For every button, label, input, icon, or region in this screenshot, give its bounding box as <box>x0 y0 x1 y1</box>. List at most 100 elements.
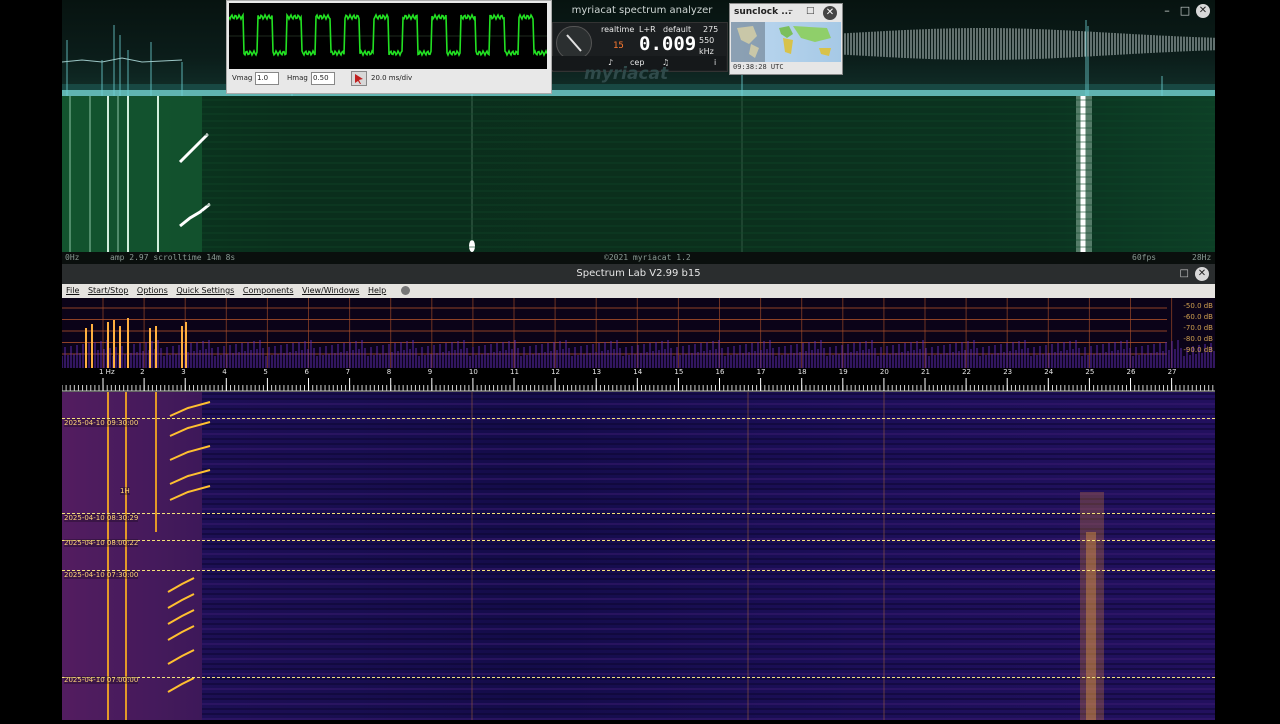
freq-tick-label: 25 <box>1085 368 1095 376</box>
db-label: -50.0 dB <box>1183 302 1213 310</box>
menu-options[interactable]: Options <box>137 286 168 295</box>
freq-tick-label: 26 <box>1126 368 1136 376</box>
status-fps: 60fps <box>1132 253 1157 262</box>
myriacat-title: myriacat spectrum analyzer <box>571 5 713 16</box>
arrow-icon <box>355 74 363 84</box>
myriacat-minimize-button[interactable]: – <box>1158 1 1176 21</box>
sunclock-map <box>731 22 841 62</box>
spectrum-lab-spectrum-graph: -50.0 dB -60.0 dB -70.0 dB -80.0 dB -90.… <box>61 298 1215 368</box>
freq-tick-label: 19 <box>838 368 848 376</box>
myriacat-status-bar: 0Hz amp 2.97 scrolltime 14m 8s ©2021 myr… <box>62 252 1215 264</box>
status-left-hz: 0Hz <box>65 253 80 262</box>
time-marker-line <box>62 513 1215 514</box>
freq-tick-label: 4 <box>222 368 227 376</box>
pointer-tool-button[interactable] <box>351 71 367 86</box>
status-params: amp 2.97 scrolltime 14m 8s <box>110 253 236 262</box>
timebase-label: 20.0 ms/div <box>371 74 413 82</box>
freq-tick-label: 10 <box>468 368 478 376</box>
scope-controls: Vmag 1.0 Hmag 0.50 20.0 ms/div <box>231 71 547 89</box>
freq-tick-label: 17 <box>756 368 766 376</box>
status-right-hz: 28Hz <box>1192 253 1212 262</box>
panel-count: 275 <box>703 25 719 34</box>
freq-tick-label: 2 <box>140 368 145 376</box>
sunclock-minimize-button[interactable]: – <box>788 5 793 16</box>
world-map-graphic <box>731 22 831 62</box>
myriacat-close-button[interactable]: ✕ <box>1196 4 1210 18</box>
menu-view-windows[interactable]: View/Windows <box>302 286 359 295</box>
myriacat-waterfall-graphic <box>62 96 1215 252</box>
freq-tick-label: 14 <box>633 368 643 376</box>
db-label: -60.0 dB <box>1183 313 1213 321</box>
freq-tick-label: 11 <box>510 368 519 376</box>
vmag-input[interactable]: 1.0 <box>255 72 279 85</box>
vmag-label: Vmag <box>232 74 253 82</box>
menu-file[interactable]: File <box>66 286 79 295</box>
freq-tick-label: 7 <box>345 368 351 376</box>
db-label: -90.0 dB <box>1183 346 1213 354</box>
timestamp-label: 2025-04-10 07:00:00 <box>64 676 139 684</box>
db-label: -80.0 dB <box>1183 335 1213 343</box>
freq-tick-label: 8 <box>386 368 392 376</box>
sunclock-time: 09:38:28 UTC <box>733 63 784 71</box>
info-button[interactable]: i <box>714 58 716 67</box>
sunclock-maximize-button[interactable]: □ <box>806 6 815 16</box>
freq-tick-label: 20 <box>879 368 889 376</box>
freq-tick-label: 16 <box>715 368 725 376</box>
hmag-label: Hmag <box>287 74 308 82</box>
myriacat-maximize-button[interactable]: □ <box>1176 1 1194 21</box>
panel-rate: 550 <box>699 36 715 45</box>
frequency-scale[interactable]: 1 Hz 2 3 4 5 6 7 8 9 10 11 12 13 14 15 16 17 18 19 20 21 22 23… <box>61 368 1215 392</box>
dial-icon <box>566 34 582 52</box>
freq-tick-label: 5 <box>263 368 268 376</box>
scope-window: Vmag 1.0 Hmag 0.50 20.0 ms/div <box>226 0 552 94</box>
freq-tick-label: 15 <box>674 368 684 376</box>
scope-trace <box>228 12 548 58</box>
status-copyright: ©2021 myriacat 1.2 <box>604 253 691 262</box>
freq-tick-label: 1 Hz <box>99 368 115 376</box>
freq-tick-label: 9 <box>427 368 433 376</box>
freq-tick-label: 23 <box>1003 368 1013 376</box>
menu-quick-settings[interactable]: Quick Settings <box>176 286 234 295</box>
timestamp-label: 2025-04-10 08:30:29 <box>64 514 139 522</box>
spectrum-lab-waterfall[interactable]: 2025-04-10 09:30:00 1H 2025-04-10 08:30:… <box>62 392 1215 720</box>
sunclock-close-button[interactable]: ✕ <box>823 6 837 20</box>
freq-tick-label: 21 <box>921 368 930 376</box>
freq-tick-label: 12 <box>551 368 561 376</box>
freq-tick-label: 6 <box>304 368 309 376</box>
hmag-input[interactable]: 0.50 <box>311 72 335 85</box>
spectrum-lab-close-button[interactable]: ✕ <box>1195 267 1209 281</box>
waterfall-graphic <box>62 392 1215 720</box>
spectrum-lab-maximize-button[interactable]: □ <box>1180 264 1189 284</box>
panel-unit: kHz <box>699 47 714 56</box>
marker-label: 1H <box>120 487 130 495</box>
menu-start-stop[interactable]: Start/Stop <box>88 286 128 295</box>
panel-mode: realtime <box>601 25 635 34</box>
db-scale: -50.0 dB -60.0 dB -70.0 dB -80.0 dB -90.… <box>1183 301 1213 356</box>
dial-knob[interactable] <box>556 26 592 60</box>
spectrum-lab-titlebar: Spectrum Lab V2.99 b15 □ ✕ <box>62 264 1215 284</box>
timestamp-label: 2025-04-10 07:30:00 <box>64 571 139 579</box>
time-marker-line <box>62 570 1215 571</box>
panel-value: 0.009 <box>639 33 697 55</box>
myriacat-watermark: myriacat <box>584 64 669 84</box>
status-indicator-icon <box>400 286 410 295</box>
time-marker-line <box>62 677 1215 678</box>
spectrum-lab-menubar: File Start/Stop Options Quick Settings C… <box>62 284 1215 298</box>
myriacat-waterfall <box>62 96 1215 252</box>
freq-tick-label: 24 <box>1044 368 1054 376</box>
time-marker-line <box>62 418 1215 419</box>
freq-tick-label: 22 <box>962 368 972 376</box>
spectrum-lab-title: Spectrum Lab V2.99 b15 <box>576 268 701 279</box>
spectrum-graph-svg <box>61 298 1215 368</box>
time-marker-line <box>62 540 1215 541</box>
menu-components[interactable]: Components <box>243 286 294 295</box>
scope-screen <box>228 3 548 69</box>
sunclock-title: sunclock ... <box>734 7 792 17</box>
freq-tick-label: 27 <box>1167 368 1177 376</box>
timestamp-label: 2025-04-10 08:00:22 <box>64 539 139 547</box>
panel-small-num: 15 <box>613 41 624 51</box>
sunclock-window: sunclock ... – □ ✕ 09:38:28 UTC <box>729 3 843 75</box>
menu-help[interactable]: Help <box>368 286 386 295</box>
freq-tick-label: 13 <box>592 368 602 376</box>
db-label: -70.0 dB <box>1183 324 1213 332</box>
